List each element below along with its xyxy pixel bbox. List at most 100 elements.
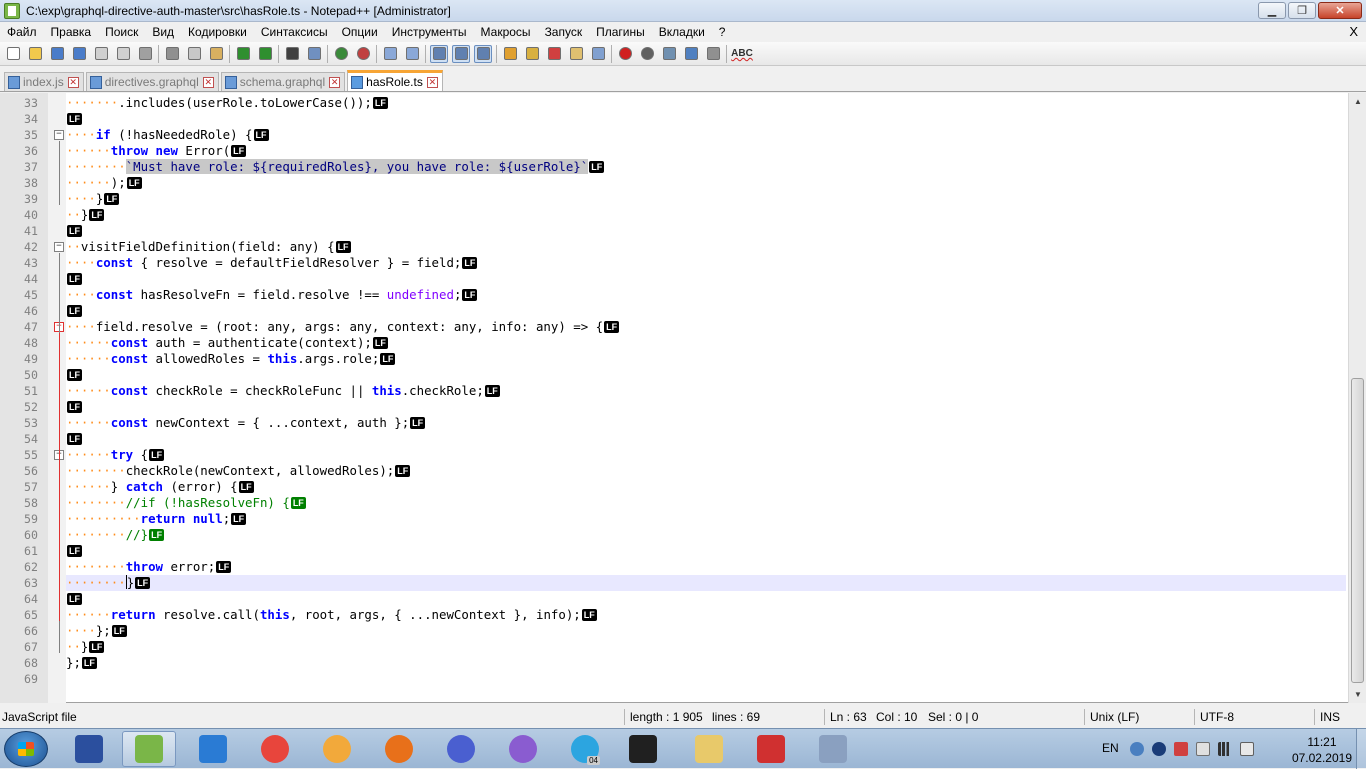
code-line[interactable]: 41 LF [24, 223, 1346, 239]
menu-help[interactable]: ? [712, 25, 733, 39]
status-encoding[interactable]: UTF-8 [1200, 710, 1234, 724]
menu-encoding[interactable]: Кодировки [181, 25, 254, 39]
code-line[interactable]: 42 − ··visitFieldDefinition(field: any) {L… [24, 239, 1346, 255]
show-all-chars-icon[interactable] [452, 44, 470, 63]
code-line[interactable]: 61 LF [24, 543, 1346, 559]
zoom-in-icon[interactable] [332, 45, 350, 63]
explorer-taskbar-button[interactable] [682, 731, 736, 767]
save-all-icon[interactable] [70, 45, 88, 63]
code-line[interactable]: 58 ········//if (!hasResolveFn) {LF [24, 495, 1346, 511]
find-icon[interactable] [283, 45, 301, 63]
firefox-taskbar-button[interactable] [372, 731, 426, 767]
print-icon[interactable] [136, 45, 154, 63]
menu-window[interactable]: Вкладки [652, 25, 712, 39]
code-line[interactable]: 62 ········throw error; LF [24, 559, 1346, 575]
menu-plugins[interactable]: Плагины [589, 25, 652, 39]
menu-search[interactable]: Поиск [98, 25, 145, 39]
code-line[interactable]: 35 − ····if (!hasNeededRole) {LF [24, 127, 1346, 143]
udl-icon[interactable] [501, 45, 519, 63]
close-icon[interactable] [92, 45, 110, 63]
paste-icon[interactable] [207, 45, 225, 63]
menu-edit[interactable]: Правка [44, 25, 99, 39]
signal-icon[interactable] [1218, 742, 1232, 756]
code-line[interactable]: 53 ······const newContext = { ...context,… [24, 415, 1346, 431]
indent-guide-icon[interactable] [474, 44, 492, 63]
status-eol[interactable]: Unix (LF) [1090, 710, 1139, 724]
volume-icon[interactable] [1240, 742, 1254, 756]
tab-close-icon[interactable]: ✕ [329, 76, 341, 88]
doc-map-icon[interactable] [523, 45, 541, 63]
menu-file[interactable]: Файл [0, 25, 44, 39]
menu-language[interactable]: Синтаксисы [254, 25, 335, 39]
zoom-out-icon[interactable] [354, 45, 372, 63]
tab-schema-graphql[interactable]: schema.graphql ✕ [220, 72, 346, 91]
code-line[interactable]: 56 ········checkRole(newContext, allowedR… [24, 463, 1346, 479]
code-line[interactable]: 60 ········//} LF [24, 527, 1346, 543]
menu-view[interactable]: Вид [145, 25, 181, 39]
code-line[interactable]: 46 LF [24, 303, 1346, 319]
code-line[interactable]: 59 ··········return null; LF [24, 511, 1346, 527]
code-line[interactable]: 51 ······const checkRole = checkRoleFunc … [24, 383, 1346, 399]
code-line[interactable]: 66 ····}; LF [24, 623, 1346, 639]
firefox-dev-taskbar-button[interactable] [434, 731, 488, 767]
cmd-taskbar-button[interactable] [616, 731, 670, 767]
clock[interactable]: 11:21 07.02.2019 [1292, 734, 1352, 766]
telegram-taskbar-button[interactable]: 04 [558, 731, 612, 767]
copy-icon[interactable] [185, 45, 203, 63]
tab-hasrole-ts[interactable]: hasRole.ts ✕ [347, 70, 443, 91]
folder-workspace-icon[interactable] [567, 45, 585, 63]
vertical-scrollbar[interactable]: ▲ ▼ [1348, 93, 1366, 703]
fold-toggle-icon[interactable]: − [54, 242, 64, 252]
tab-close-icon[interactable]: ✕ [202, 76, 214, 88]
scroll-down-icon[interactable]: ▼ [1349, 686, 1366, 703]
code-line[interactable]: 54 LF [24, 431, 1346, 447]
code-editor[interactable]: 33 ·······.includes(userRole.toLowerCase(… [0, 93, 1366, 703]
code-line[interactable]: 49 ······const allowedRoles = this.args.r… [24, 351, 1346, 367]
network-tray-icon[interactable] [1130, 742, 1144, 756]
sync-v-icon[interactable] [381, 45, 399, 63]
tab-close-icon[interactable]: ✕ [426, 76, 438, 88]
usb-icon[interactable] [1196, 742, 1210, 756]
play-macro-icon[interactable] [660, 45, 678, 63]
maximize-button[interactable]: ❐ [1288, 2, 1316, 19]
fold-toggle-icon[interactable]: − [54, 130, 64, 140]
fold-margin[interactable] [48, 93, 66, 703]
code-area[interactable]: 33 ·······.includes(userRole.toLowerCase(… [24, 95, 1346, 695]
code-line[interactable]: 33 ·······.includes(userRole.toLowerCase(… [24, 95, 1346, 111]
code-line[interactable]: 65 ······return resolve.call(this, root, … [24, 607, 1346, 623]
code-line[interactable]: 69 [24, 671, 1346, 687]
close-button[interactable]: ✕ [1318, 2, 1362, 19]
monitor-icon[interactable] [589, 45, 607, 63]
bluetooth-icon[interactable] [1152, 742, 1166, 756]
code-line[interactable]: 45 ····const hasResolveFn = field.resolve… [24, 287, 1346, 303]
chromium-taskbar-button[interactable] [310, 731, 364, 767]
tab-index-js[interactable]: index.js ✕ [4, 72, 84, 91]
record-macro-icon[interactable] [616, 45, 634, 63]
undo-icon[interactable] [234, 45, 252, 63]
scanner-taskbar-button[interactable] [806, 731, 860, 767]
floppy-disk-taskbar-button[interactable] [62, 731, 116, 767]
scroll-thumb[interactable] [1351, 378, 1364, 683]
word-wrap-icon[interactable] [430, 44, 448, 63]
code-line[interactable]: 52 LF [24, 399, 1346, 415]
code-line[interactable]: 39 ····} LF [24, 191, 1346, 207]
status-insert-mode[interactable]: INS [1320, 710, 1340, 724]
vscode-taskbar-button[interactable] [186, 731, 240, 767]
code-line[interactable]: 63 ········} LF [24, 575, 1346, 591]
open-file-icon[interactable] [26, 45, 44, 63]
cut-icon[interactable] [163, 45, 181, 63]
code-line[interactable]: 37 ········`Must have role: ${requiredRol… [24, 159, 1346, 175]
spellcheck-icon[interactable]: ABC [731, 45, 753, 63]
code-line[interactable]: 57 ······} catch (error) {LF [24, 479, 1346, 495]
flag-icon[interactable] [1174, 742, 1188, 756]
run-macro-multiple-icon[interactable] [682, 45, 700, 63]
sync-h-icon[interactable] [403, 45, 421, 63]
code-line[interactable]: 47−····field.resolve = (root: any, args:… [24, 319, 1346, 335]
ccleaner-taskbar-button[interactable] [744, 731, 798, 767]
menu-macro[interactable]: Макросы [474, 25, 538, 39]
code-line[interactable]: 64 LF [24, 591, 1346, 607]
menu-tools[interactable]: Инструменты [385, 25, 474, 39]
code-line[interactable]: 34 LF [24, 111, 1346, 127]
tab-close-icon[interactable]: ✕ [67, 76, 79, 88]
redo-icon[interactable] [256, 45, 274, 63]
